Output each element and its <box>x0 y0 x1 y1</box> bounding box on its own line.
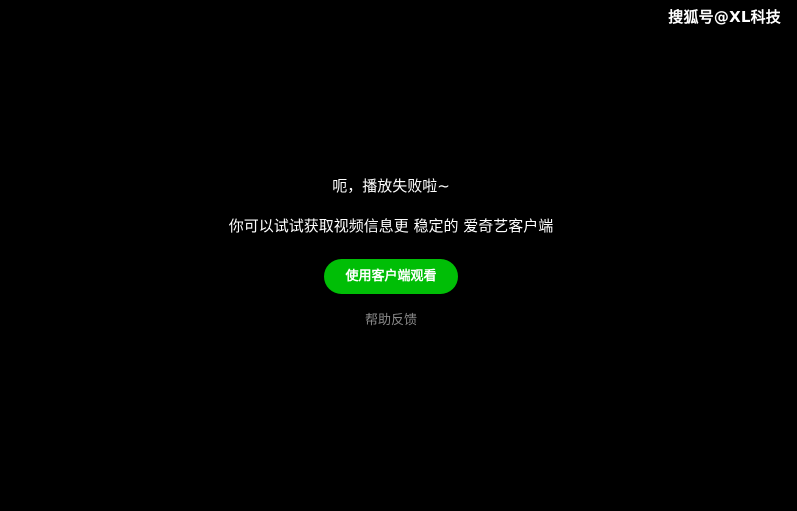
help-feedback-row: 帮助反馈 <box>0 309 782 328</box>
error-title: 呃，播放失败啦~ <box>332 177 450 195</box>
open-client-button[interactable]: 使用客户端观看 <box>324 259 458 294</box>
playback-error-panel: 呃，播放失败啦~ 你可以试试获取视频信息更 稳定的 爱奇艺客户端 使用客户端观看… <box>0 0 797 511</box>
help-feedback-link[interactable]: 帮助反馈 <box>365 313 417 328</box>
error-subtitle: 你可以试试获取视频信息更 稳定的 爱奇艺客户端 <box>228 217 554 235</box>
